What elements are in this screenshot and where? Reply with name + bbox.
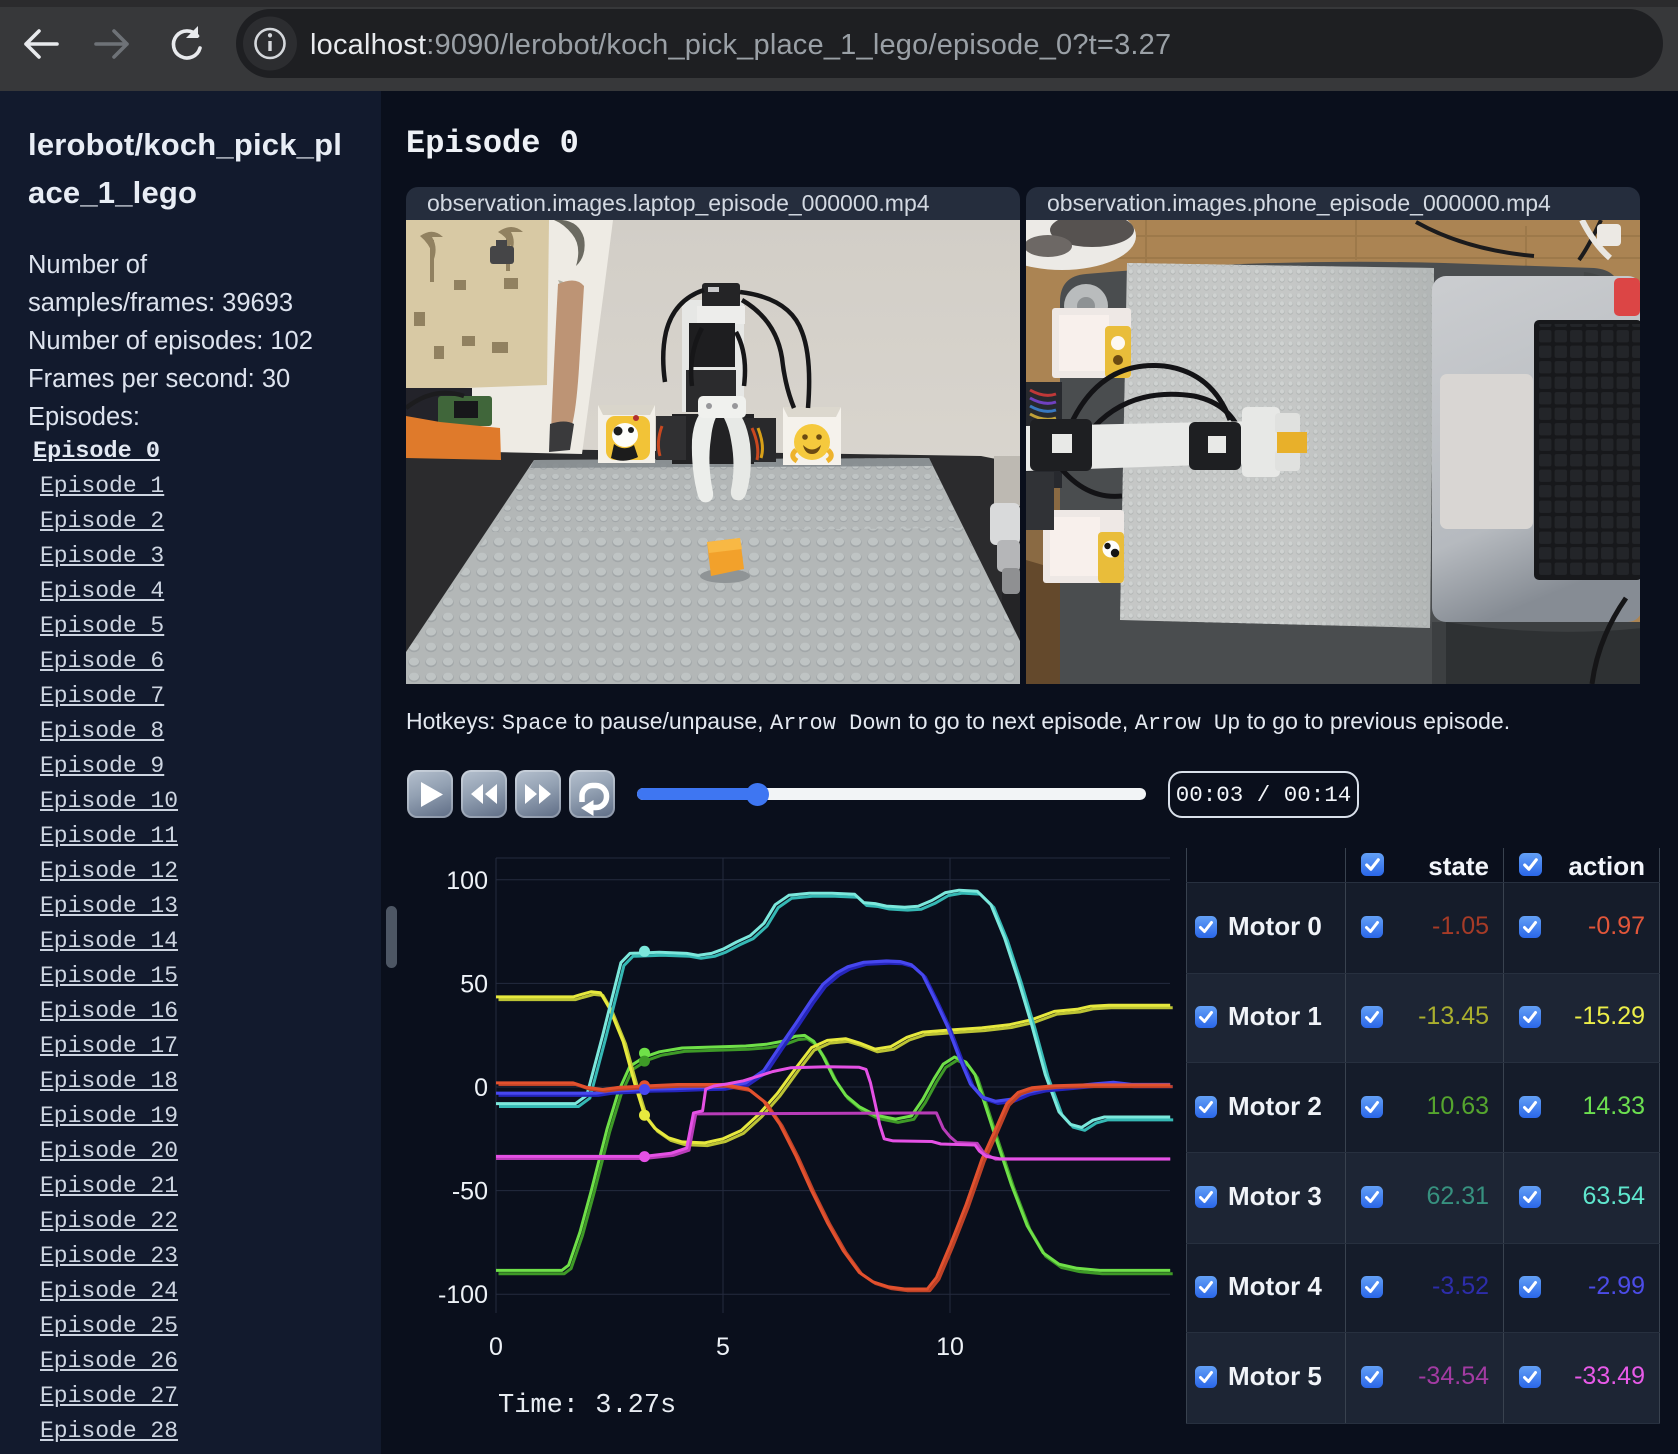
svg-text:Time: 3.27s: Time: 3.27s xyxy=(498,1391,676,1420)
svg-text:0: 0 xyxy=(489,1333,503,1361)
svg-text:10: 10 xyxy=(936,1333,964,1361)
svg-text:-50: -50 xyxy=(452,1178,488,1206)
svg-text:100: 100 xyxy=(446,867,488,895)
svg-text:5: 5 xyxy=(716,1333,730,1361)
svg-text:-100: -100 xyxy=(438,1281,488,1309)
svg-text:0: 0 xyxy=(474,1074,488,1102)
svg-text:50: 50 xyxy=(460,970,488,998)
